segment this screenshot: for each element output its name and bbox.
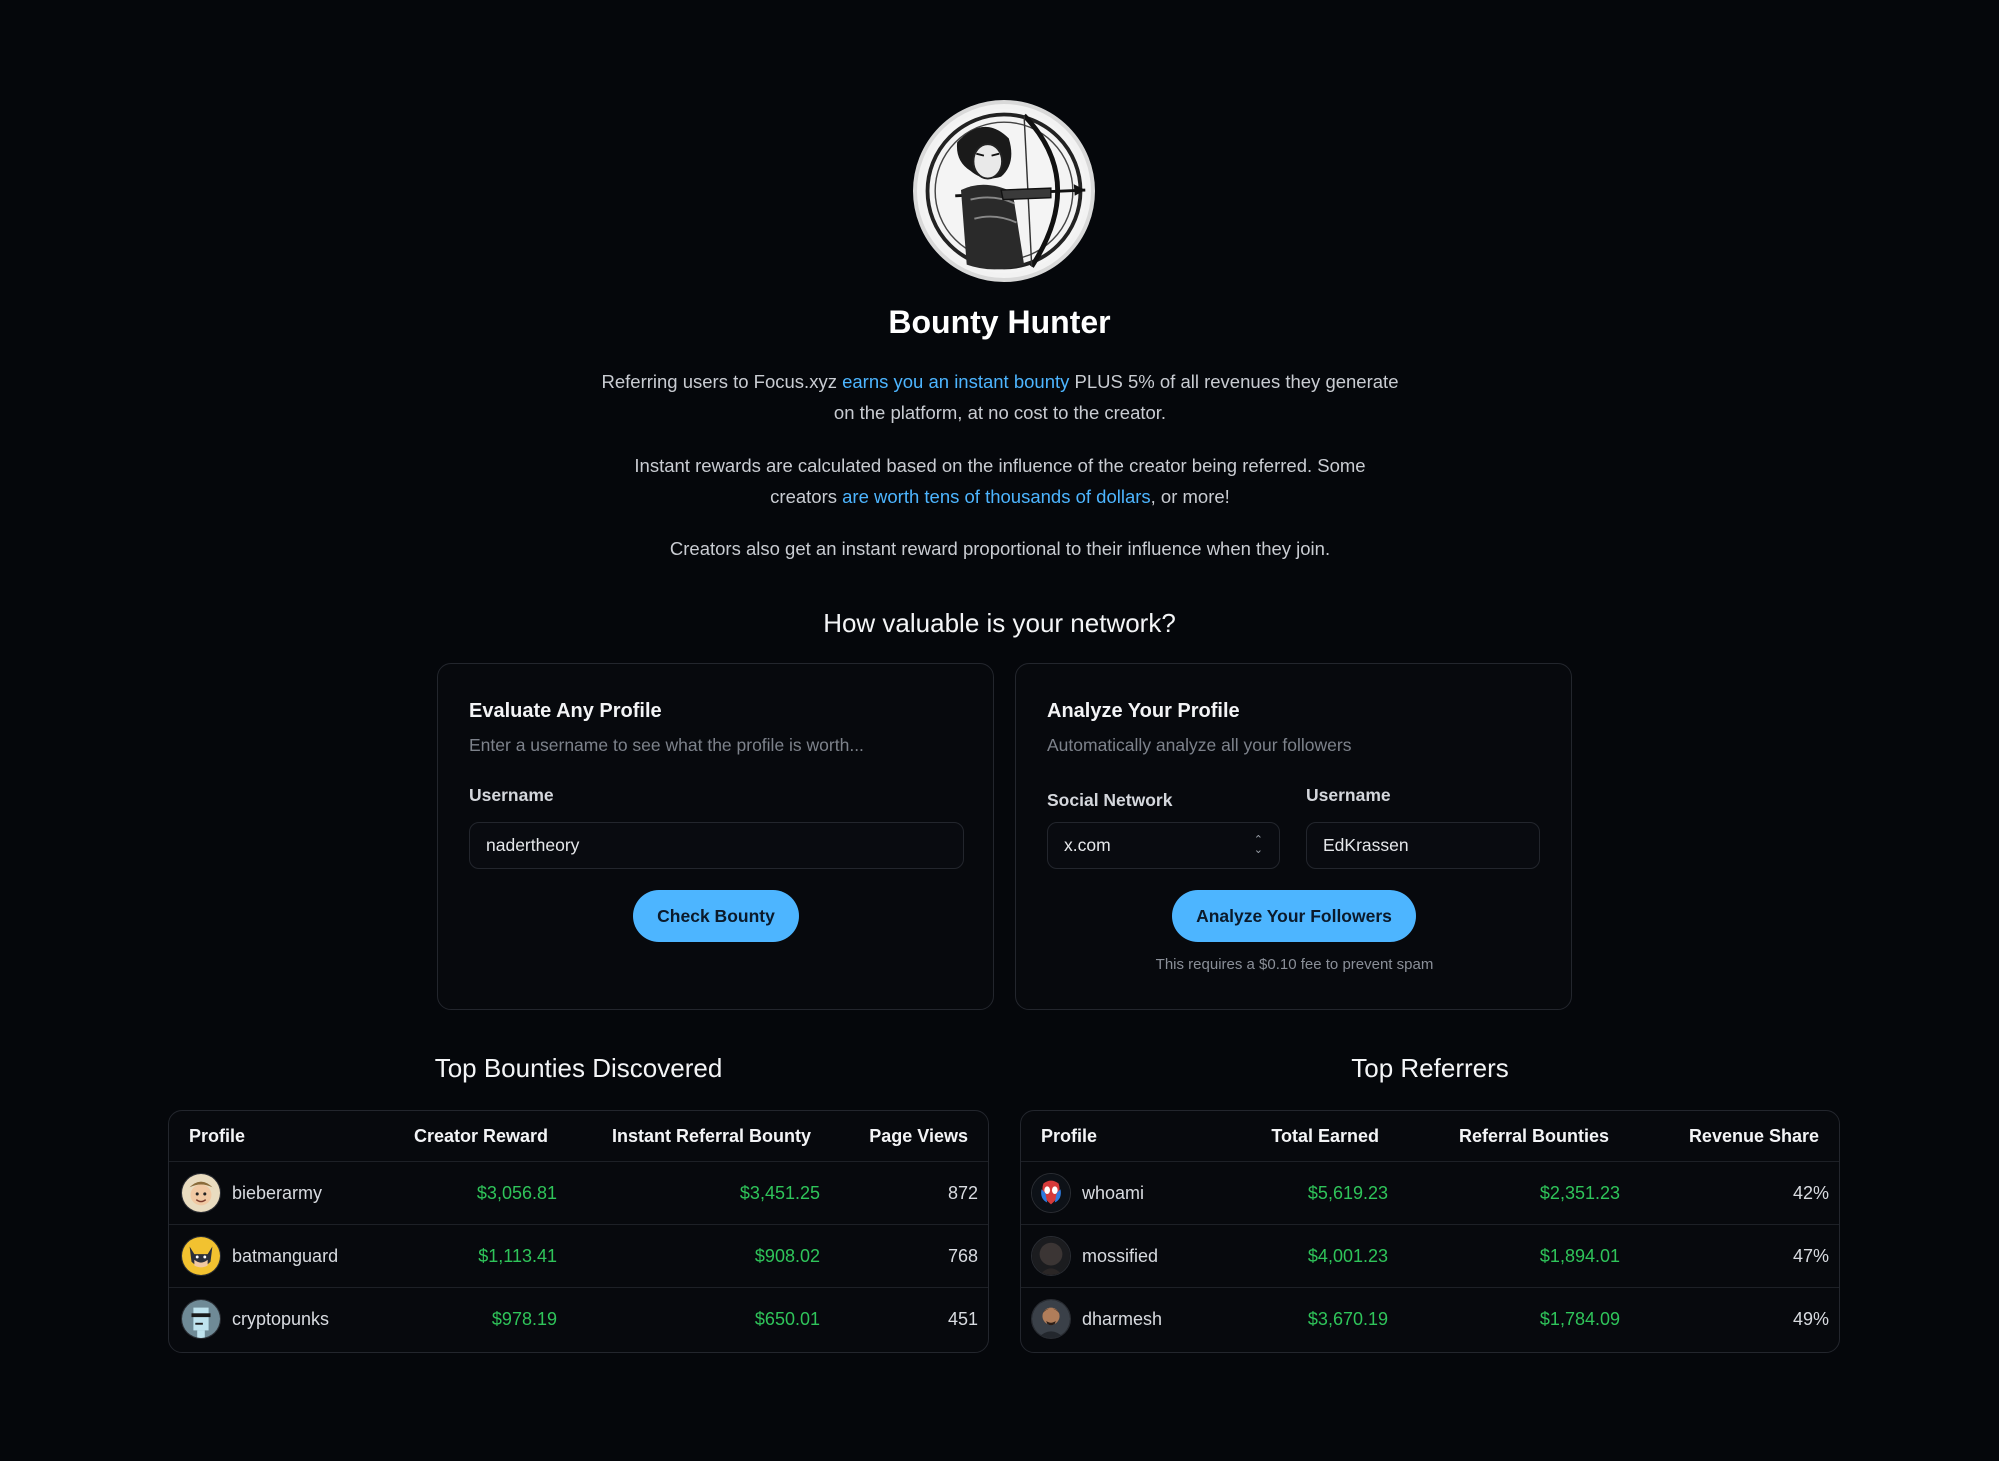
social-network-select[interactable]: x.com ⌃ ⌄: [1047, 822, 1280, 869]
table-row[interactable]: bieberarmy $3,056.81 $3,451.25 872: [169, 1161, 988, 1224]
network-question-heading: How valuable is your network?: [823, 608, 1176, 638]
page-views-cell: 451: [947, 1308, 978, 1329]
analyze-username-label: Username: [1306, 785, 1391, 805]
punk-avatar-icon: [181, 1299, 221, 1339]
evaluate-profile-card: Evaluate Any Profile Enter a username to…: [437, 663, 994, 1010]
fee-note: This requires a $0.10 fee to prevent spa…: [1155, 956, 1434, 973]
analyze-card-subtitle: Automatically analyze all your followers: [1047, 735, 1352, 755]
top-referrers-title: Top Referrers: [1351, 1053, 1509, 1083]
profile-cell[interactable]: cryptopunks: [181, 1288, 329, 1350]
profile-cell[interactable]: mossified: [1031, 1225, 1158, 1287]
column-header[interactable]: Referral Bounties: [1459, 1111, 1609, 1161]
revenue-share-cell: 49%: [1792, 1308, 1829, 1329]
select-chevrons-icon: ⌃ ⌄: [1253, 834, 1263, 856]
archer-logo-image: [913, 100, 1095, 282]
top-bounties-table: Profile Creator Reward Instant Referral …: [168, 1110, 989, 1353]
referral-bounties-cell: $1,784.09: [1539, 1308, 1620, 1329]
table-header-row: Profile Creator Reward Instant Referral …: [169, 1111, 988, 1161]
creator-reward-cell: $978.19: [491, 1308, 557, 1329]
page-views-cell: 768: [947, 1245, 978, 1266]
cartoon-face-avatar-icon: [181, 1173, 221, 1213]
profile-name: mossified: [1082, 1245, 1159, 1266]
evaluate-card-title: Evaluate Any Profile: [469, 700, 662, 722]
analyze-username-value: EdKrassen: [1323, 835, 1409, 855]
revenue-share-cell: 42%: [1792, 1182, 1829, 1203]
column-header[interactable]: Revenue Share: [1689, 1111, 1819, 1161]
column-header[interactable]: Creator Reward: [414, 1111, 548, 1161]
column-header[interactable]: Profile: [189, 1111, 245, 1161]
check-bounty-button[interactable]: Check Bounty: [633, 890, 799, 942]
intro-text-start: Referring users to Focus.xyz: [601, 371, 843, 392]
evaluate-card-subtitle: Enter a username to see what the profile…: [469, 735, 864, 755]
table-row[interactable]: whoami $5,619.23 $2,351.23 42%: [1021, 1161, 1839, 1224]
analyze-username-input[interactable]: EdKrassen: [1306, 822, 1540, 869]
man-portrait-avatar-icon: [1031, 1299, 1071, 1339]
profile-cell[interactable]: bieberarmy: [181, 1162, 322, 1224]
analyze-profile-card: Analyze Your Profile Automatically analy…: [1015, 663, 1572, 1010]
total-earned-cell: $4,001.23: [1307, 1245, 1388, 1266]
intro-paragraph: Referring users to Focus.xyz earns you a…: [600, 366, 1400, 428]
total-earned-cell: $5,619.23: [1307, 1182, 1388, 1203]
rewards-text-end: , or more!: [1150, 486, 1230, 507]
profile-name: batmanguard: [232, 1245, 339, 1266]
referral-bounty-cell: $908.02: [754, 1245, 820, 1266]
profile-name: dharmesh: [1082, 1308, 1163, 1329]
profile-cell[interactable]: whoami: [1031, 1162, 1144, 1224]
table-row[interactable]: batmanguard $1,113.41 $908.02 768: [169, 1224, 988, 1287]
profile-name: whoami: [1082, 1182, 1145, 1203]
profile-name: bieberarmy: [232, 1182, 323, 1203]
table-row[interactable]: dharmesh $3,670.19 $1,784.09 49%: [1021, 1287, 1839, 1350]
column-header[interactable]: Total Earned: [1271, 1111, 1379, 1161]
top-referrers-table: Profile Total Earned Referral Bounties R…: [1020, 1110, 1840, 1353]
revenue-share-cell: 47%: [1792, 1245, 1829, 1266]
referral-bounties-cell: $1,894.01: [1539, 1245, 1620, 1266]
social-network-label: Social Network: [1047, 790, 1173, 810]
creator-reward-cell: $3,056.81: [476, 1182, 557, 1203]
analyze-card-title: Analyze Your Profile: [1047, 700, 1240, 722]
creators-paragraph: Creators also get an instant reward prop…: [669, 538, 1331, 559]
evaluate-username-label: Username: [469, 785, 554, 805]
table-row[interactable]: mossified $4,001.23 $1,894.01 47%: [1021, 1224, 1839, 1287]
rewards-paragraph: Instant rewards are calculated based on …: [600, 450, 1400, 512]
column-header[interactable]: Page Views: [869, 1111, 968, 1161]
profile-cell[interactable]: batmanguard: [181, 1225, 338, 1287]
creator-reward-cell: $1,113.41: [478, 1245, 557, 1266]
column-header[interactable]: Profile: [1041, 1111, 1097, 1161]
page-views-cell: 872: [947, 1182, 978, 1203]
referral-bounty-cell: $3,451.25: [739, 1182, 820, 1203]
social-network-value: x.com: [1064, 835, 1111, 855]
dark-portrait-avatar-icon: [1031, 1236, 1071, 1276]
batman-avatar-icon: [181, 1236, 221, 1276]
total-earned-cell: $3,670.19: [1307, 1308, 1388, 1329]
referral-bounty-cell: $650.01: [754, 1308, 820, 1329]
worth-dollars-link[interactable]: are worth tens of thousands of dollars: [842, 486, 1151, 507]
profile-cell[interactable]: dharmesh: [1031, 1288, 1162, 1350]
column-header[interactable]: Instant Referral Bounty: [612, 1111, 811, 1161]
instant-bounty-link[interactable]: earns you an instant bounty: [842, 371, 1069, 392]
page-title: Bounty Hunter: [888, 304, 1111, 340]
page: Bounty Hunter Referring users to Focus.x…: [0, 0, 1999, 1461]
top-bounties-title: Top Bounties Discovered: [434, 1053, 723, 1083]
evaluate-username-input[interactable]: nadertheory: [469, 822, 964, 869]
evaluate-username-value: nadertheory: [486, 835, 580, 855]
spider-avatar-icon: [1031, 1173, 1071, 1213]
profile-name: cryptopunks: [232, 1308, 330, 1329]
referral-bounties-cell: $2,351.23: [1539, 1182, 1620, 1203]
table-header-row: Profile Total Earned Referral Bounties R…: [1021, 1111, 1839, 1161]
analyze-followers-button[interactable]: Analyze Your Followers: [1172, 890, 1416, 942]
table-row[interactable]: cryptopunks $978.19 $650.01 451: [169, 1287, 988, 1350]
